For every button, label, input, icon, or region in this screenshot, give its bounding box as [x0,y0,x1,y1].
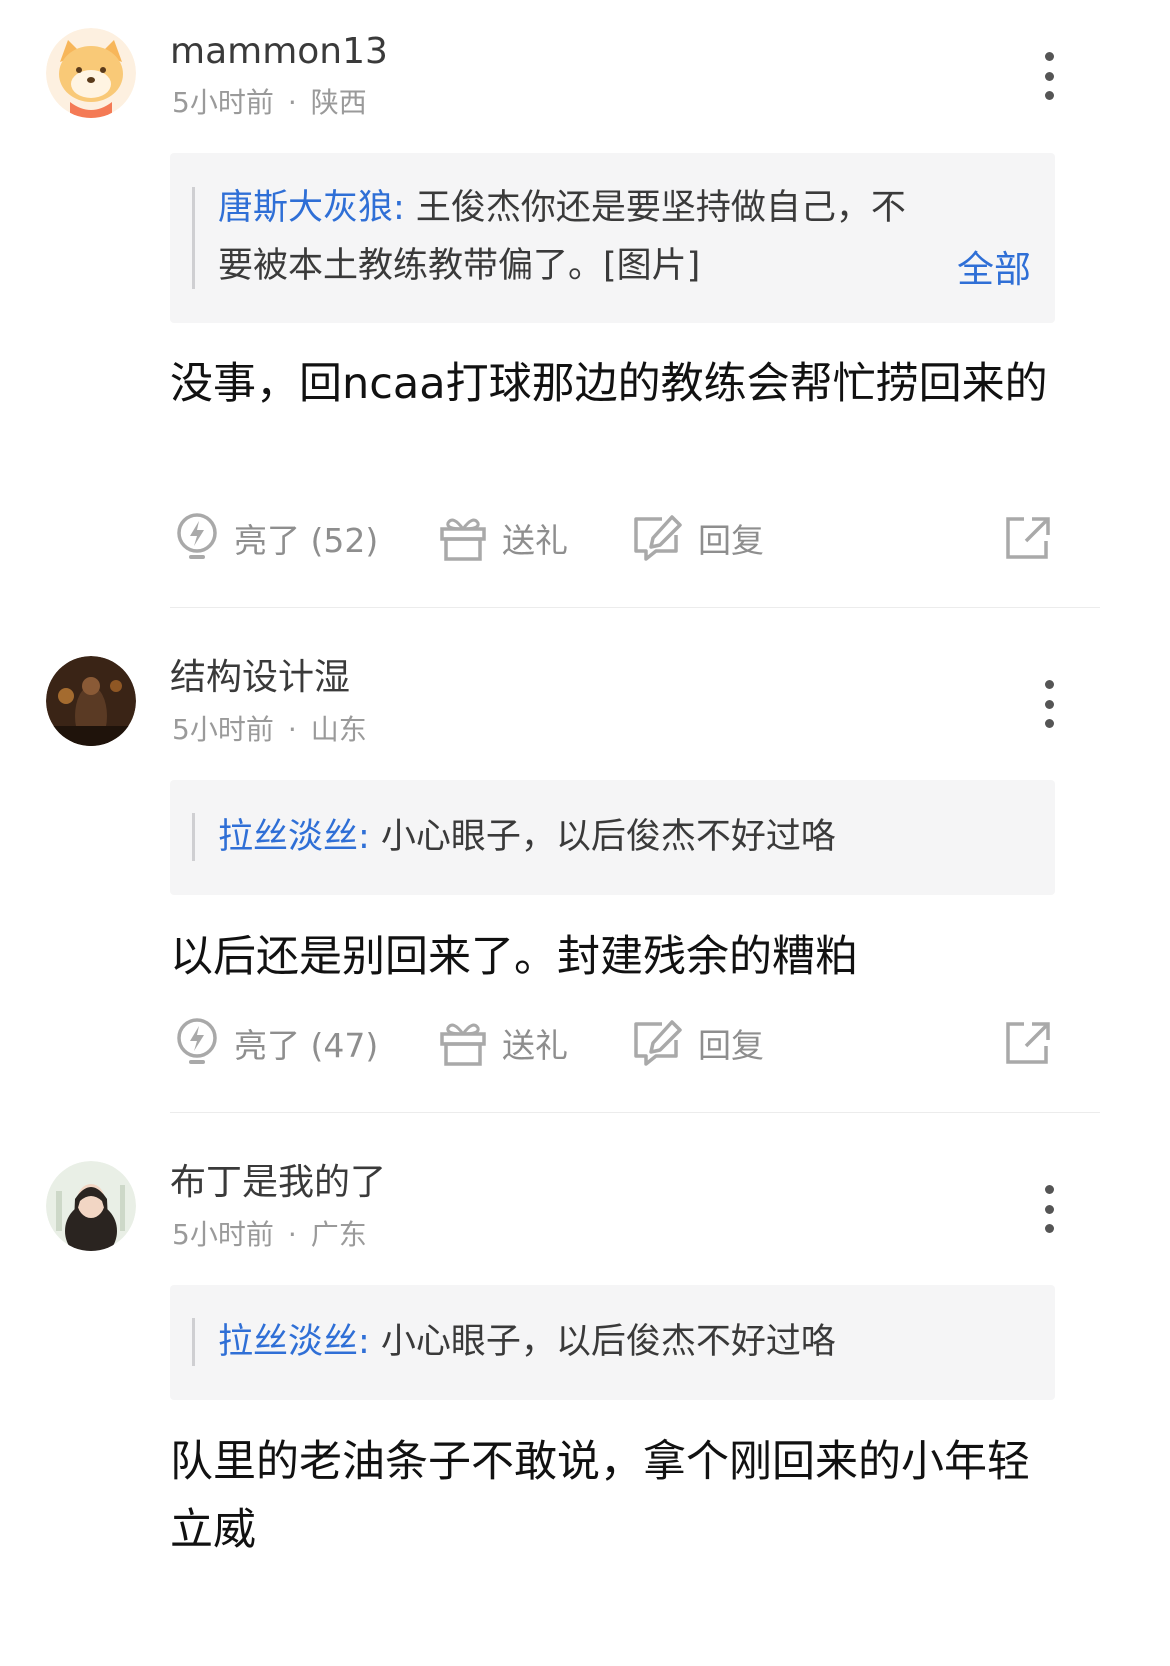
quote-author[interactable]: 拉丝淡丝: [218,817,370,857]
quote-body: 小心眼子，以后俊杰不好过咯 [369,817,836,857]
more-vertical-icon[interactable] [1036,680,1062,728]
divider [170,607,1100,608]
reply-edit-icon [634,1020,682,1066]
gift-label: 送礼 [502,521,568,560]
lightbulb-bolt-icon [177,513,217,559]
quote-body: 小心眼子，以后俊杰不好过咯 [369,1322,836,1362]
quote-bar [192,187,195,289]
gift-button[interactable]: 送礼 [438,508,568,568]
gift-icon [440,518,486,561]
light-count: 亮了 (47) [234,1026,379,1065]
share-button[interactable] [1004,508,1052,568]
quote-bar [192,813,195,861]
avatar[interactable] [46,656,136,746]
more-vertical-icon[interactable] [1036,52,1062,100]
gift-label: 送礼 [502,1026,568,1065]
meta-separator: · [287,1218,297,1251]
location: 广东 [310,1218,367,1251]
lightbulb-bolt-icon [177,1018,217,1064]
quote-author[interactable]: 唐斯大灰狼: [218,188,405,228]
share-icon [1006,517,1050,559]
timestamp: 5小时前 [172,86,274,119]
location: 陕西 [310,86,367,119]
timestamp: 5小时前 [172,1218,274,1251]
quote-text: 唐斯大灰狼: 王俊杰你还是要坚持做自己，不要被本土教练教带偏了。[图片] [218,179,925,295]
comment-item: 布丁是我的了 5小时前 · 广东 拉丝淡丝: 小心眼子，以后俊杰不好过咯 队里的老油… [0,1133,1170,1666]
expand-all-button[interactable]: 全部 [957,251,1031,288]
gift-button[interactable]: 送礼 [438,1013,568,1073]
reply-label: 回复 [698,1026,764,1065]
timestamp: 5小时前 [172,713,274,746]
comment-body: 没事，回ncaa打球那边的教练会帮忙捞回来的 [170,359,1048,409]
comment-meta: 5小时前 · 山东 [172,716,367,744]
reply-edit-icon [634,515,682,561]
divider [170,1112,1100,1113]
gift-icon [440,1023,486,1066]
quote-text: 拉丝淡丝: 小心眼子，以后俊杰不好过咯 [218,808,1029,866]
reply-button[interactable]: 回复 [632,508,764,568]
comment-meta: 5小时前 · 陕西 [172,89,367,117]
light-count: 亮了 (52) [234,521,379,560]
light-button[interactable]: 亮了 (52) [174,508,378,568]
avatar[interactable] [46,1161,136,1251]
share-button[interactable] [1004,1013,1052,1073]
reply-button[interactable]: 回复 [632,1013,764,1073]
more-vertical-icon[interactable] [1036,1185,1062,1233]
quoted-comment[interactable]: 拉丝淡丝: 小心眼子，以后俊杰不好过咯 [170,1285,1055,1400]
meta-separator: · [287,713,297,746]
comment-body: 以后还是别回来了。封建残余的糟粕 [170,932,858,982]
username[interactable]: 结构设计湿 [170,660,350,696]
quote-author[interactable]: 拉丝淡丝: [218,1322,370,1362]
location: 山东 [310,713,367,746]
comment-item: 结构设计湿 5小时前 · 山东 拉丝淡丝: 小心眼子，以后俊杰不好过咯 以后还是别回… [0,628,1170,1114]
comment-item: mammon13 5小时前 · 陕西 唐斯大灰狼: 王俊杰你还是要坚持做自己，不要被… [0,0,1170,610]
quoted-comment[interactable]: 拉丝淡丝: 小心眼子，以后俊杰不好过咯 [170,780,1055,895]
avatar[interactable] [46,28,136,118]
comment-actions: 亮了 (47) 送礼 回复 [170,1013,1060,1073]
username[interactable]: 布丁是我的了 [170,1165,386,1201]
quote-text: 拉丝淡丝: 小心眼子，以后俊杰不好过咯 [218,1313,1029,1371]
username[interactable]: mammon13 [170,34,388,70]
comment-actions: 亮了 (52) 送礼 回复 [170,508,1060,568]
reply-label: 回复 [698,521,764,560]
quoted-comment[interactable]: 唐斯大灰狼: 王俊杰你还是要坚持做自己，不要被本土教练教带偏了。[图片] 全部 [170,153,1055,323]
share-icon [1006,1022,1050,1064]
meta-separator: · [287,86,297,119]
quote-bar [192,1318,195,1366]
light-button[interactable]: 亮了 (47) [174,1013,378,1073]
comment-body: 队里的老油条子不敢说，拿个刚回来的小年轻立威 [170,1437,1030,1555]
comment-meta: 5小时前 · 广东 [172,1221,367,1249]
